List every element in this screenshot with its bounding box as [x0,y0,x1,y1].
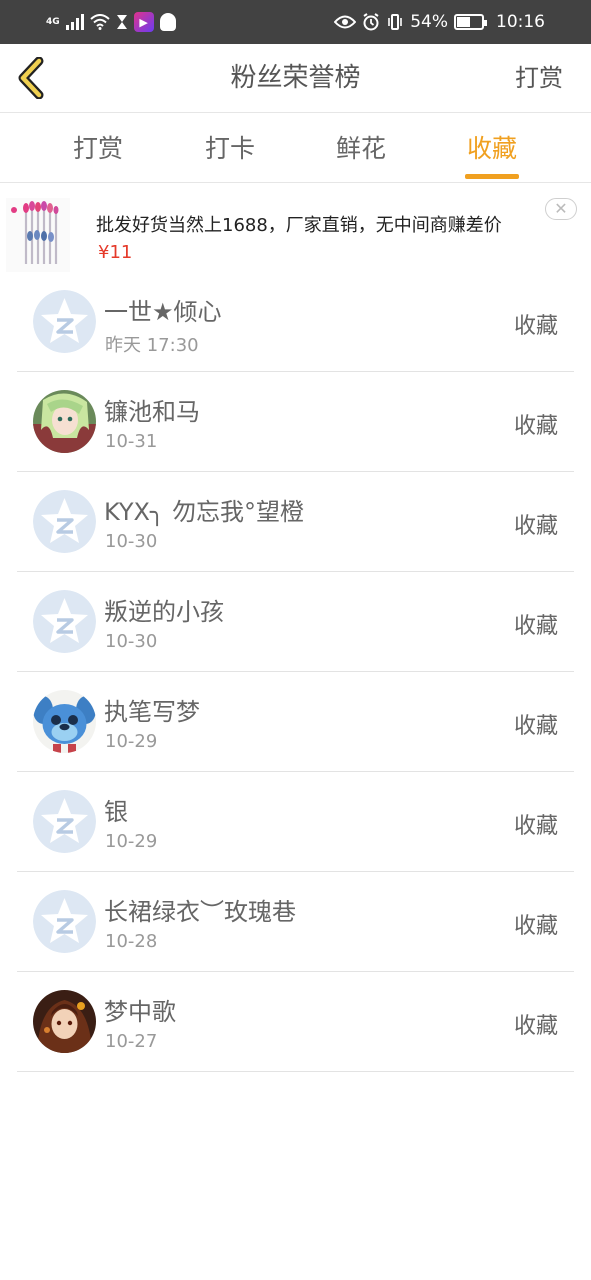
avatar[interactable] [33,490,96,553]
favorite-date: 10-27 [105,1031,158,1052]
user-name: 镰池和马 [104,398,200,426]
network-type: 4G [46,17,60,27]
tab-favorites[interactable]: 收藏 [432,114,552,183]
eye-icon [334,15,357,29]
ad-text: 批发好货当然上1688，厂家直销，无中间商赚差价 [96,215,502,236]
fan-list: 一世★倾心 昨天 17:30 收藏 镰池和马 10-31 收藏 KYX╮ 勿忘我… [0,272,591,1072]
user-name: 执笔写梦 [104,698,200,726]
avatar[interactable] [33,590,96,653]
list-item[interactable]: 一世★倾心 昨天 17:30 收藏 [17,272,574,372]
avatar[interactable] [33,990,96,1053]
battery-level [457,17,470,27]
action-label: 收藏 [513,314,558,339]
user-name: KYX╮ 勿忘我°望橙 [104,498,305,526]
status-bar: 4G ▶ 54% 10:16 [0,0,591,44]
avatar-image [33,690,96,753]
avatar[interactable] [33,890,96,953]
action-label: 收藏 [513,514,558,539]
user-name: 银 [104,798,128,826]
action-label: 收藏 [513,1014,558,1039]
tab-checkin[interactable]: 打卡 [170,114,290,183]
avatar[interactable] [33,290,96,353]
action-label: 收藏 [513,714,558,739]
favorite-date: 昨天 17:30 [105,335,199,356]
action-label: 收藏 [513,914,558,939]
clock-time: 10:16 [496,12,545,32]
tab-flowers[interactable]: 鲜花 [301,114,421,183]
qq-icon [159,13,176,31]
tab-bar: 打赏 打卡 鲜花 收藏 [0,114,591,183]
reward-button[interactable]: 打赏 [515,44,563,113]
favorite-date: 10-30 [105,631,158,652]
user-name: 叛逆的小孩 [104,598,224,626]
header-bar: 粉丝荣誉榜 打赏 [0,44,591,113]
favorite-date: 10-31 [105,431,158,452]
back-button[interactable] [14,56,48,100]
chevron-left-icon [18,57,44,99]
user-name: 一世★倾心 [104,298,222,326]
list-item[interactable]: 镰池和马 10-31 收藏 [17,372,574,472]
default-avatar-icon [33,790,96,853]
status-right: 54% 10:16 [334,12,545,32]
avatar[interactable] [33,390,96,453]
list-item[interactable]: KYX╮ 勿忘我°望橙 10-30 收藏 [17,472,574,572]
app-notification-icon: ▶ [133,12,154,32]
user-name: 长裙绿衣︶玫瑰巷 [104,898,296,926]
page-title: 粉丝荣誉榜 [230,63,361,93]
ad-product-image [6,198,70,272]
battery-percent: 54% [410,12,448,32]
hourglass-icon [116,15,127,29]
favorite-date: 10-29 [105,731,158,752]
avatar-image [33,990,96,1053]
default-avatar-icon [33,590,96,653]
default-avatar-icon [33,490,96,553]
avatar-image [33,390,96,453]
list-item[interactable]: 银 10-29 收藏 [17,772,574,872]
close-icon[interactable]: ✕ [545,198,577,220]
list-item[interactable]: 梦中歌 10-27 收藏 [17,972,574,1072]
battery-icon [454,14,487,30]
vibrate-icon [388,14,403,30]
action-label: 收藏 [513,814,558,839]
status-left: 4G ▶ [46,12,176,32]
avatar[interactable] [33,690,96,753]
favorite-date: 10-28 [105,931,158,952]
action-label: 收藏 [513,614,558,639]
tab-reward[interactable]: 打赏 [38,114,158,183]
alarm-icon [363,13,379,31]
ad-price: ¥11 [98,242,133,263]
avatar[interactable] [33,790,96,853]
ad-banner[interactable]: 批发好货当然上1688，厂家直销，无中间商赚差价 ¥11 ✕ [0,184,591,280]
action-label: 收藏 [513,414,558,439]
favorite-date: 10-30 [105,531,158,552]
default-avatar-icon [33,290,96,353]
default-avatar-icon [33,890,96,953]
user-name: 梦中歌 [104,998,176,1026]
signal-icon [65,14,84,30]
list-item[interactable]: 长裙绿衣︶玫瑰巷 10-28 收藏 [17,872,574,972]
wifi-icon [89,14,110,30]
favorite-date: 10-29 [105,831,158,852]
list-item[interactable]: 叛逆的小孩 10-30 收藏 [17,572,574,672]
list-item[interactable]: 执笔写梦 10-29 收藏 [17,672,574,772]
